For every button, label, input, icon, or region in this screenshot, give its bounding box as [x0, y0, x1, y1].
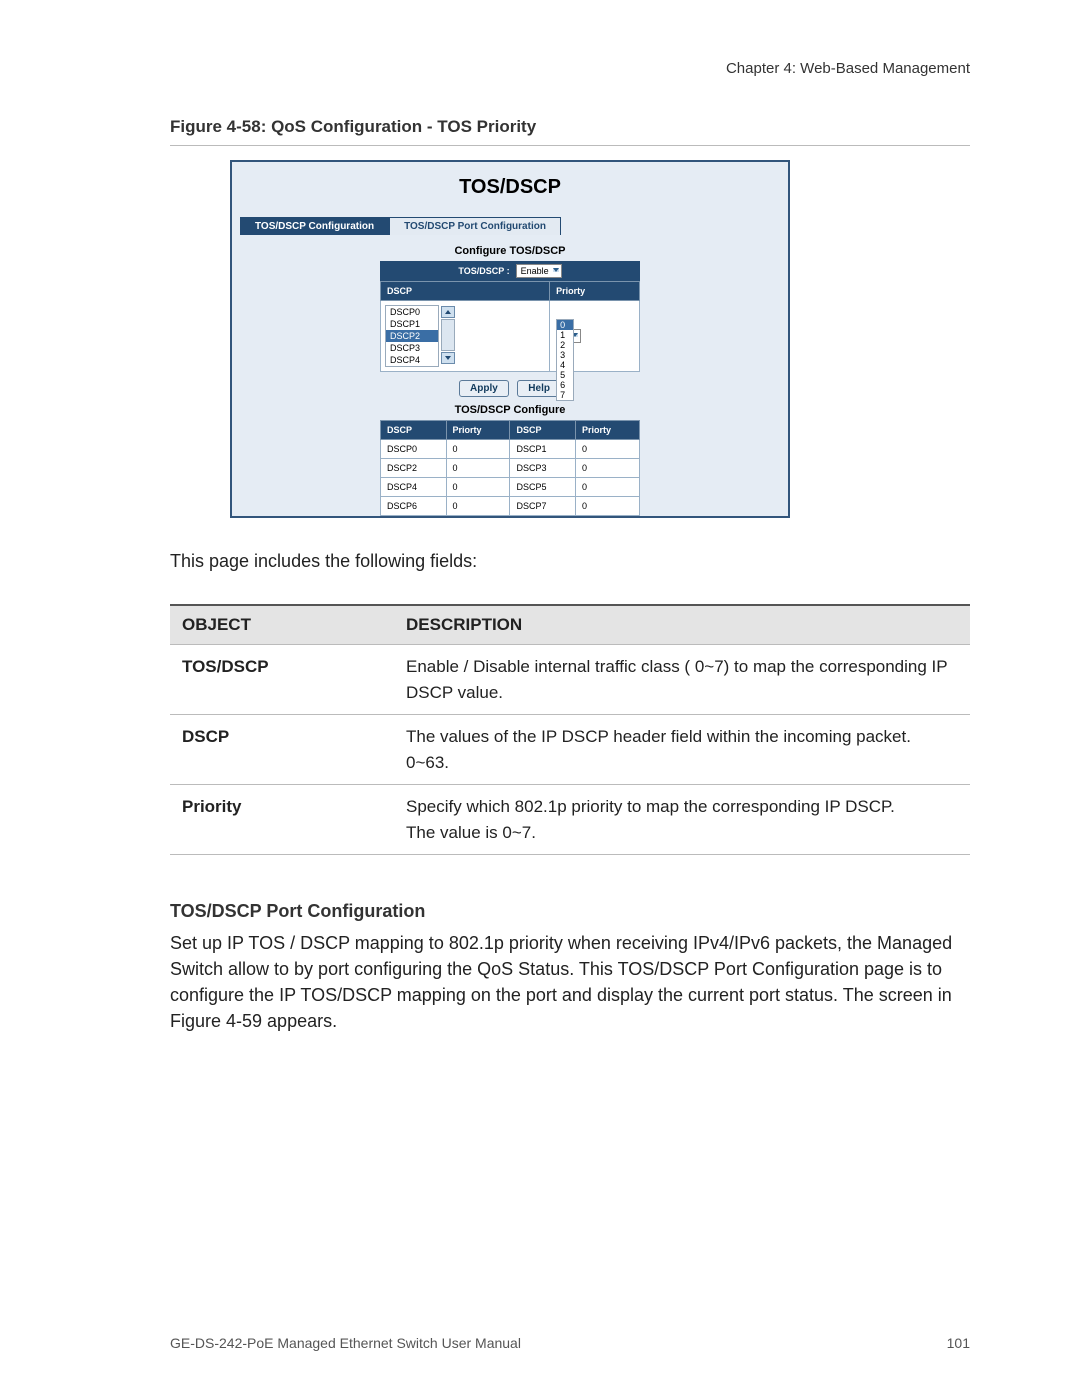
footer-page-number: 101 [947, 1335, 970, 1351]
intro-paragraph: This page includes the following fields: [170, 548, 970, 574]
priority-option[interactable]: 1 [557, 330, 573, 340]
tosdscp-configure-table: DSCP Priorty DSCP Priorty DSCP0 0 DSCP1 … [380, 420, 640, 516]
list-item[interactable]: DSCP1 [386, 318, 438, 330]
scroll-up-icon[interactable] [441, 306, 455, 318]
desc-cell: The values of the IP DSCP header field w… [394, 715, 970, 785]
col-dscp: DSCP [510, 421, 576, 440]
col-priority: Priorty [550, 282, 640, 301]
tab-tosdscp-port-config[interactable]: TOS/DSCP Port Configuration [389, 217, 561, 235]
priority-option[interactable]: 6 [557, 380, 573, 390]
scroll-track[interactable] [441, 319, 455, 351]
table-row: DSCP6 0 DSCP7 0 [381, 497, 640, 516]
button-row: Apply Help [380, 372, 640, 402]
priority-option[interactable]: 7 [557, 390, 573, 400]
col-priority: Priorty [575, 421, 639, 440]
fields-table: OBJECT DESCRIPTION TOS/DSCP Enable / Dis… [170, 604, 970, 855]
obj-cell: TOS/DSCP [170, 645, 394, 715]
list-item[interactable]: DSCP3 [386, 342, 438, 354]
list-item[interactable]: DSCP4 [386, 354, 438, 366]
col-priority: Priorty [446, 421, 510, 440]
tab-tosdscp-config[interactable]: TOS/DSCP Configuration [240, 217, 389, 235]
desc-cell: Enable / Disable internal traffic class … [394, 645, 970, 715]
apply-button[interactable]: Apply [459, 380, 509, 397]
hdr-description: DESCRIPTION [394, 605, 970, 645]
obj-cell: Priority [170, 785, 394, 855]
configure-heading: Configure TOS/DSCP [240, 245, 780, 257]
list-item[interactable]: DSCP2 [386, 330, 438, 342]
desc-cell: Specify which 802.1p priority to map the… [394, 785, 970, 855]
col-dscp: DSCP [381, 282, 550, 301]
table-row: DSCP0 0 DSCP1 0 [381, 440, 640, 459]
tosdscp-mode-row: TOS/DSCP : Enable [380, 261, 640, 281]
configure-table-title: TOS/DSCP Configure [380, 404, 640, 416]
help-button[interactable]: Help [517, 380, 561, 397]
hdr-object: OBJECT [170, 605, 394, 645]
table-row: DSCP4 0 DSCP5 0 [381, 478, 640, 497]
dscp-priority-select-table: DSCP Priorty DSCP0 DSCP1 DSCP2 DSCP3 DSC… [380, 281, 640, 372]
tosdscp-mode-select[interactable]: Enable [516, 264, 562, 278]
priority-option[interactable]: 5 [557, 370, 573, 380]
panel-title: TOS/DSCP [240, 176, 780, 199]
priority-option[interactable]: 0 [557, 320, 573, 330]
list-item[interactable]: DSCP0 [386, 306, 438, 318]
listbox-scroll [441, 305, 455, 367]
priority-popup[interactable]: 0 1 2 3 4 5 6 7 [556, 319, 574, 401]
priority-option[interactable]: 3 [557, 350, 573, 360]
page-footer: GE-DS-242-PoE Managed Ethernet Switch Us… [170, 1335, 970, 1351]
chapter-label: Chapter 4: Web-Based Management [170, 60, 970, 77]
figure-caption: Figure 4-58: QoS Configuration - TOS Pri… [170, 117, 970, 146]
table-row: DSCP2 0 DSCP3 0 [381, 459, 640, 478]
screenshot-panel: TOS/DSCP TOS/DSCP Configuration TOS/DSCP… [230, 160, 790, 518]
section-heading: TOS/DSCP Port Configuration [170, 901, 970, 922]
dscp-listbox[interactable]: DSCP0 DSCP1 DSCP2 DSCP3 DSCP4 [385, 305, 439, 367]
obj-cell: DSCP [170, 715, 394, 785]
scroll-down-icon[interactable] [441, 352, 455, 364]
section-paragraph: Set up IP TOS / DSCP mapping to 802.1p p… [170, 930, 970, 1034]
priority-option[interactable]: 4 [557, 360, 573, 370]
tosdscp-label: TOS/DSCP : [458, 266, 509, 276]
col-dscp: DSCP [381, 421, 447, 440]
priority-option[interactable]: 2 [557, 340, 573, 350]
tab-strip: TOS/DSCP Configuration TOS/DSCP Port Con… [240, 217, 780, 235]
footer-manual-title: GE-DS-242-PoE Managed Ethernet Switch Us… [170, 1335, 521, 1351]
